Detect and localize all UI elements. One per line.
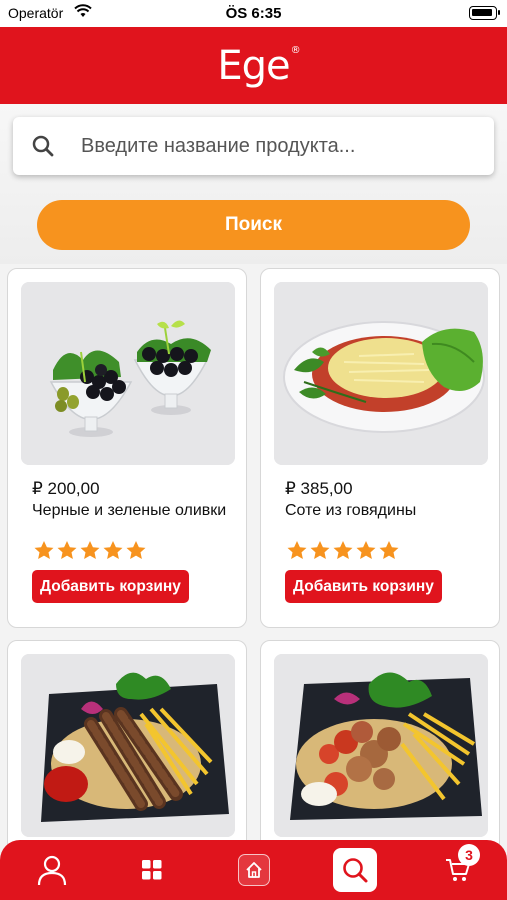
cart-count-badge: 3	[458, 844, 480, 866]
star-icon	[310, 541, 330, 559]
product-price: ₽ 385,00	[285, 479, 353, 498]
product-card[interactable]: ₽ 385,00 Соте из говядины Добавить корзи…	[260, 268, 500, 628]
logo-text: Ege	[217, 42, 290, 89]
tab-categories[interactable]	[122, 840, 182, 900]
home-icon	[238, 854, 270, 886]
tab-profile[interactable]	[22, 840, 82, 900]
app-header: Ege ®	[0, 27, 507, 104]
product-image[interactable]	[274, 282, 488, 465]
star-icon	[287, 541, 307, 559]
rating-stars	[287, 541, 399, 560]
tab-home[interactable]	[224, 840, 284, 900]
product-image[interactable]	[21, 282, 235, 465]
star-icon	[103, 541, 123, 559]
search-input[interactable]	[81, 134, 481, 158]
clock: ÖS 6:35	[225, 5, 282, 22]
rating-stars	[34, 541, 146, 560]
search-bar	[13, 117, 494, 175]
star-icon	[34, 541, 54, 559]
status-bar: Operatör ÖS 6:35	[0, 0, 507, 27]
product-name: Соте из говядины	[285, 502, 417, 519]
brand-logo: Ege ®	[217, 42, 300, 89]
registered-mark: ®	[290, 44, 301, 56]
tab-cart[interactable]: 3	[428, 840, 488, 900]
star-icon	[80, 541, 100, 559]
star-icon	[57, 541, 77, 559]
product-name: Черные и зеленые оливки	[32, 502, 227, 519]
battery-icon	[469, 6, 500, 20]
bottom-tab-bar: 3	[0, 840, 507, 900]
star-icon	[356, 541, 376, 559]
user-icon	[37, 855, 67, 886]
add-to-cart-button[interactable]: Добавить корзину	[32, 570, 189, 603]
product-image[interactable]	[21, 654, 235, 837]
tab-search[interactable]	[325, 840, 385, 900]
star-icon	[126, 541, 146, 559]
star-icon	[333, 541, 353, 559]
search-icon	[13, 117, 73, 175]
product-card[interactable]: ₽ 200,00 Черные и зеленые оливки Добавит…	[7, 268, 247, 628]
add-to-cart-button[interactable]: Добавить корзину	[285, 570, 442, 603]
grid-icon	[142, 860, 162, 880]
star-icon	[379, 541, 399, 559]
product-image[interactable]	[274, 654, 488, 837]
search-icon	[333, 848, 377, 892]
search-button[interactable]: Поиск	[37, 200, 470, 250]
product-price: ₽ 200,00	[32, 479, 100, 498]
